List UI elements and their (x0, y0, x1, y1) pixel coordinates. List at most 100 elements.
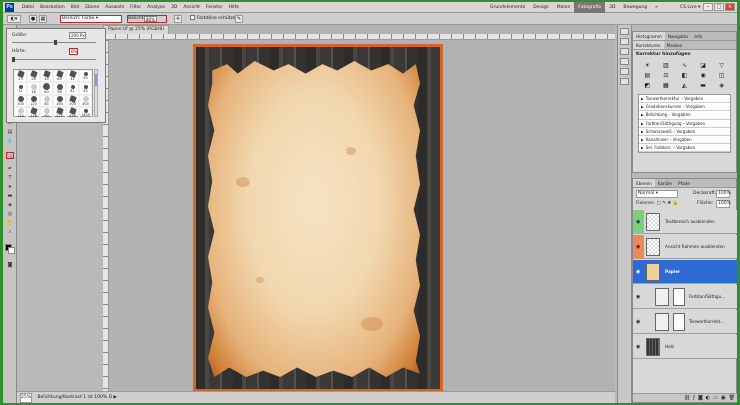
menu-datei[interactable]: Datei (19, 2, 37, 13)
brush-preset[interactable]: 23 (14, 70, 27, 82)
menu-3d[interactable]: 3D (168, 2, 180, 13)
brush-preset[interactable]: 95 (79, 70, 92, 82)
brush-list-scrollbar[interactable] (94, 69, 98, 117)
airbrush-icon[interactable]: ✈ (174, 15, 182, 23)
document-tab[interactable]: Papier.tif @ 25% (RGB/8) (103, 25, 169, 34)
selective-color-icon[interactable]: ◈ (713, 81, 730, 89)
add-mask-icon[interactable]: ◙ (698, 395, 703, 401)
type-tool-icon[interactable]: T (6, 174, 14, 181)
tab-masken[interactable]: Masken (664, 41, 686, 49)
protect-tones-checkbox[interactable]: Farbtöne schützen (190, 15, 238, 23)
brush-preset[interactable]: 26 (27, 70, 40, 82)
workspace-malen[interactable]: Malen (553, 2, 575, 13)
menu-filter[interactable]: Filter (127, 2, 144, 13)
curves-icon[interactable]: ∿ (676, 61, 693, 69)
quick-mask-icon[interactable]: ◙ (6, 261, 14, 268)
brush-preset[interactable]: 200 (66, 95, 79, 107)
brush-preset[interactable]: 120 (27, 95, 40, 107)
black-white-icon[interactable]: ◧ (676, 71, 693, 79)
link-layers-icon[interactable]: ⛓ (684, 395, 690, 401)
brush-preset[interactable]: 31 (14, 82, 27, 95)
exposure-icon[interactable]: ◪ (695, 61, 712, 69)
size-slider-thumb[interactable] (54, 40, 57, 45)
workspace-design[interactable]: Design (529, 2, 553, 13)
tab-kanaele[interactable]: Kanäle (655, 179, 675, 187)
channel-mixer-icon[interactable]: ◫ (713, 71, 730, 79)
layer-row[interactable]: ◉ Ansicht Rahmen ausblenden (633, 235, 737, 259)
layer-name[interactable]: Tonwertkorrekt... (689, 319, 724, 324)
zoom-tool-icon[interactable]: ⌕ (6, 228, 14, 235)
color-balance-icon[interactable]: ⚖ (658, 71, 675, 79)
preset-item[interactable]: Tonwertkorrektur – Vorgaben (639, 95, 730, 104)
tab-korrekturen[interactable]: Korrekturen (633, 41, 664, 49)
eye-icon[interactable]: ◉ (636, 344, 640, 350)
menu-ansicht[interactable]: Ansicht (180, 2, 203, 13)
hardness-slider-thumb[interactable] (12, 57, 15, 62)
menu-hilfe[interactable]: Hilfe (226, 2, 242, 13)
layer-row[interactable]: ◉ Holz (633, 335, 737, 359)
background-color-swatch[interactable] (8, 247, 15, 254)
lock-icons[interactable]: □ ✎ ✥ 🔒 (657, 201, 679, 206)
brush-preset[interactable]: 45 (79, 82, 92, 95)
size-input[interactable]: 200 Px (69, 32, 86, 39)
brush-preset[interactable]: 450 (66, 107, 79, 119)
menu-ebene[interactable]: Ebene (82, 2, 102, 13)
preset-item[interactable]: Farbton/Sättigung – Vorgaben (639, 120, 730, 128)
workspace-fotografie[interactable]: Fotografie (574, 2, 606, 13)
hue-saturation-icon[interactable]: ▤ (639, 71, 656, 79)
paragraph-panel-icon[interactable] (620, 78, 629, 85)
brush-preset[interactable]: 60 (53, 70, 66, 82)
workspace-bewegung[interactable]: Bewegung (619, 2, 651, 13)
preset-item[interactable]: Kanalmixer – Vorgaben (639, 136, 730, 145)
hand-tool-icon[interactable]: ✋ (6, 219, 14, 226)
clone-source-panel-icon[interactable] (620, 58, 629, 65)
scrollbar-thumb[interactable] (95, 74, 97, 86)
threshold-icon[interactable]: ◭ (676, 81, 693, 89)
photo-filter-icon[interactable]: ◉ (695, 71, 712, 79)
new-layer-icon[interactable]: ▣ (721, 395, 726, 401)
brush-preset[interactable]: 41 (66, 70, 79, 82)
tab-pfade[interactable]: Pfade (675, 179, 693, 187)
new-adjustment-icon[interactable]: ◐ (706, 395, 710, 401)
preset-item[interactable]: Sel. Farbkorr. – Vorgaben (639, 144, 730, 153)
brightness-icon[interactable]: ☀ (639, 61, 656, 69)
minimize-button[interactable]: – (703, 3, 713, 11)
levels-icon[interactable]: ▥ (658, 61, 675, 69)
eye-icon[interactable]: ◉ (636, 244, 640, 250)
brush-preset[interactable]: 85 (40, 95, 53, 107)
eye-icon[interactable]: ◉ (636, 219, 640, 225)
opacity-input[interactable]: 100% (716, 190, 731, 198)
tab-histogramm[interactable]: Histogramm (633, 32, 665, 40)
zoom-field[interactable]: 25% (20, 393, 32, 403)
menu-auswahl[interactable]: Auswahl (102, 2, 127, 13)
brush-preset[interactable]: 160 (53, 95, 66, 107)
shape-tool-icon[interactable]: ▬ (6, 192, 14, 199)
close-button[interactable]: × (725, 3, 735, 11)
pen-tool-icon[interactable]: ✒ (6, 165, 14, 172)
brush-preset[interactable]: 300 (79, 95, 92, 107)
tablet-pressure-icon[interactable]: ✎ (235, 15, 243, 23)
preset-item[interactable]: Schwarzweiß – Vorgaben (639, 128, 730, 136)
tab-ebenen[interactable]: Ebenen (633, 179, 655, 187)
workspace-more-button[interactable]: » (651, 2, 662, 13)
blend-mode-select[interactable]: Normal ▾ (636, 190, 678, 198)
brush-preset[interactable]: 90 (40, 107, 53, 119)
document-canvas[interactable] (193, 44, 443, 392)
gradient-map-icon[interactable]: ▬ (695, 81, 712, 89)
tab-info[interactable]: Info (691, 32, 705, 40)
brush-preset[interactable]: 81 (66, 82, 79, 95)
tool-preset-picker[interactable]: ◐▾ (7, 15, 21, 23)
preset-item[interactable]: Belichtung – Vorgaben (639, 111, 730, 120)
brush-preset[interactable]: 144 (14, 107, 27, 119)
eye-icon[interactable]: ◉ (636, 294, 640, 300)
new-group-icon[interactable]: ▭ (713, 395, 718, 401)
layer-name[interactable]: Ansicht Rahmen ausblenden (665, 244, 725, 249)
brush-panel-icon[interactable] (620, 48, 629, 55)
3d-rotate-tool-icon[interactable]: ◈ (6, 201, 14, 208)
workspace-3d[interactable]: 3D (605, 2, 619, 13)
menu-bild[interactable]: Bild (68, 2, 82, 13)
layer-row[interactable]: ◉ Textbereich ausblenden (633, 210, 737, 234)
size-slider[interactable] (12, 40, 96, 45)
brush-preset[interactable]: 18 (27, 82, 40, 95)
vibrance-icon[interactable]: ▽ (713, 61, 730, 69)
